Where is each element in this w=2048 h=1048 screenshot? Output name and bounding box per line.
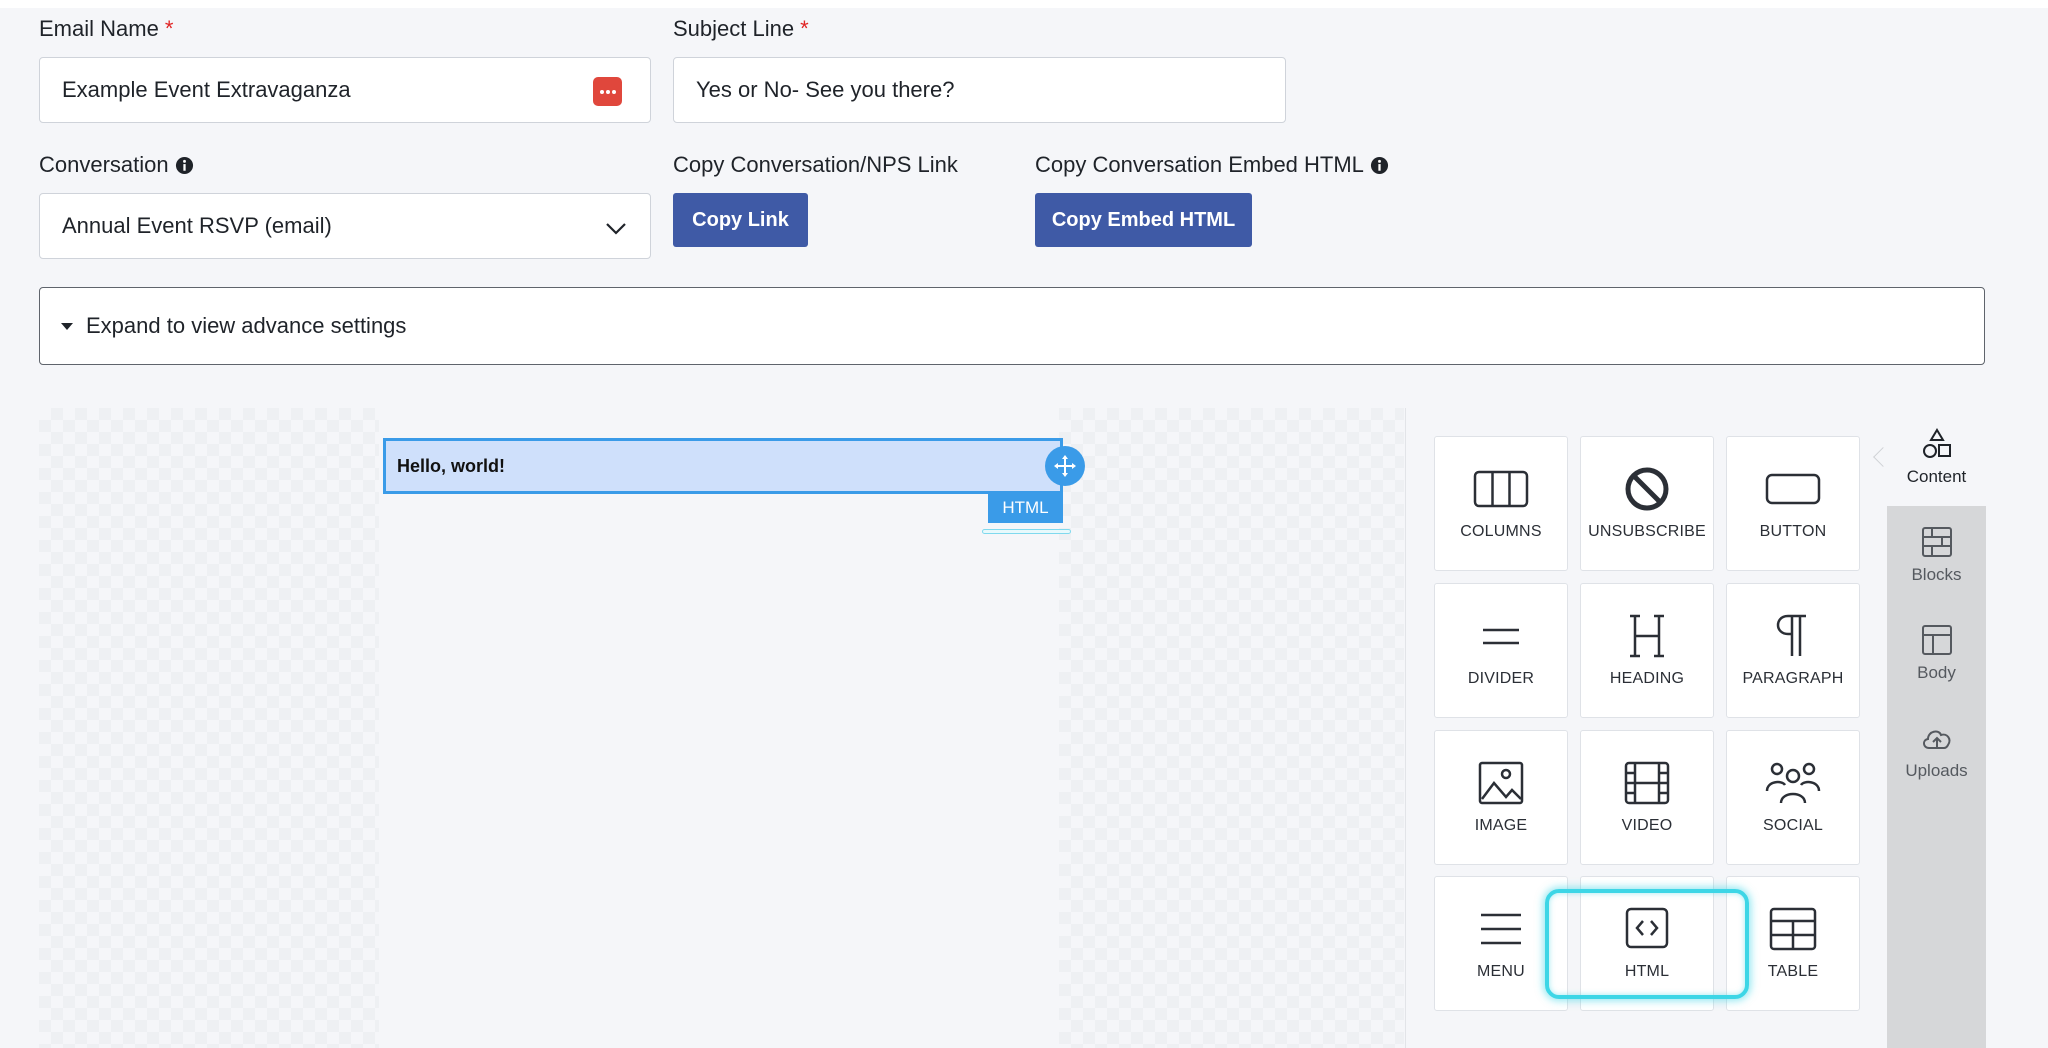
- table-icon: [1769, 907, 1817, 951]
- button-icon: [1765, 473, 1821, 505]
- tool-menu[interactable]: MENU: [1434, 876, 1568, 1011]
- email-body[interactable]: [379, 408, 1059, 1048]
- tool-unsubscribe[interactable]: UNSUBSCRIBE: [1580, 436, 1714, 571]
- divider-icon: [1483, 628, 1519, 645]
- video-icon: [1624, 761, 1670, 805]
- password-dots-icon[interactable]: [593, 77, 622, 106]
- move-handle-icon[interactable]: [1045, 446, 1085, 486]
- social-icon: [1765, 762, 1821, 804]
- tab-blocks[interactable]: Blocks: [1887, 506, 1986, 604]
- email-name-input[interactable]: Example Event Extravaganza: [39, 57, 651, 123]
- tool-divider[interactable]: DIVIDER: [1434, 583, 1568, 718]
- tool-social[interactable]: SOCIAL: [1726, 730, 1860, 865]
- heading-icon: [1630, 614, 1664, 658]
- subject-line-input[interactable]: Yes or No- See you there?: [673, 57, 1286, 123]
- tool-video[interactable]: VIDEO: [1580, 730, 1714, 865]
- info-icon[interactable]: [175, 156, 194, 175]
- tool-table[interactable]: TABLE: [1726, 876, 1860, 1011]
- tool-button[interactable]: BUTTON: [1726, 436, 1860, 571]
- html-content-block[interactable]: Hello, world!: [383, 438, 1063, 494]
- tool-heading[interactable]: HEADING: [1580, 583, 1714, 718]
- info-icon[interactable]: [1370, 156, 1389, 175]
- tool-paragraph[interactable]: PARAGRAPH: [1726, 583, 1860, 718]
- tool-html[interactable]: HTML: [1580, 876, 1714, 1011]
- tab-content[interactable]: Content: [1887, 408, 1986, 506]
- conversation-select[interactable]: Annual Event RSVP (email): [39, 193, 651, 259]
- caret-down-icon: [61, 323, 73, 330]
- copy-embed-html-button[interactable]: Copy Embed HTML: [1035, 193, 1252, 247]
- conversation-label: Conversation: [39, 152, 194, 178]
- email-editor-page: Email Name * Example Event Extravaganza …: [0, 0, 2048, 1048]
- email-canvas[interactable]: [39, 408, 1404, 1048]
- copy-link-label: Copy Conversation/NPS Link: [673, 152, 958, 177]
- image-icon: [1478, 761, 1524, 805]
- tool-image[interactable]: IMAGE: [1434, 730, 1568, 865]
- required-mark: *: [800, 16, 809, 41]
- blocks-icon: [1921, 527, 1952, 557]
- tool-columns[interactable]: COLUMNS: [1434, 436, 1568, 571]
- chevron-down-icon: [606, 223, 626, 235]
- advance-settings-toggle[interactable]: Expand to view advance settings: [39, 287, 1985, 365]
- required-mark: *: [164, 16, 174, 41]
- copy-link-button[interactable]: Copy Link: [673, 193, 808, 247]
- block-type-tag: HTML: [988, 493, 1063, 523]
- tag-underline: [982, 529, 1071, 534]
- menu-icon: [1481, 913, 1521, 945]
- paragraph-icon: [1776, 614, 1806, 656]
- tab-uploads[interactable]: Uploads: [1887, 702, 1986, 800]
- subject-line-label: Subject Line *: [673, 16, 809, 41]
- shapes-icon: [1922, 428, 1951, 458]
- columns-icon: [1473, 470, 1529, 508]
- email-name-label: Email Name *: [39, 16, 174, 41]
- copy-embed-label: Copy Conversation Embed HTML: [1035, 152, 1389, 178]
- body-layout-icon: [1921, 625, 1952, 655]
- unsubscribe-icon: [1625, 467, 1669, 511]
- html-code-icon: [1625, 907, 1669, 949]
- tab-body[interactable]: Body: [1887, 604, 1986, 702]
- cloud-upload-icon: [1922, 730, 1950, 749]
